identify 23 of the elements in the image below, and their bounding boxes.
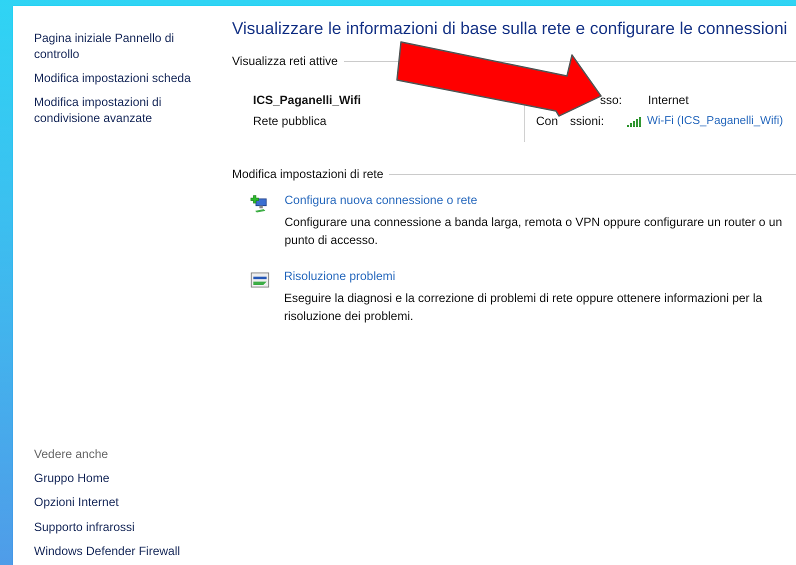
task-description: Eseguire la diagnosi e la correzione di problemi di rete oppure ottenere informazioni per la risoluzione dei problemi. — [284, 290, 764, 325]
sidebar-link[interactable]: Pagina iniziale Pannello di controllo — [34, 30, 208, 62]
access-type-value: Internet — [648, 93, 690, 107]
section-heading: Visualizza reti attive — [232, 54, 338, 68]
signal-bars-icon — [627, 116, 643, 126]
sidebar-link[interactable]: Modifica impostazioni scheda — [34, 70, 208, 86]
see-also-link[interactable]: Opzioni Internet — [34, 494, 208, 510]
page-title: Visualizzare le informazioni di base sulla rete e configurare le connessioni — [232, 19, 788, 39]
see-also-link[interactable]: Windows Defender Firewall — [34, 543, 208, 559]
see-also-link[interactable]: Gruppo Home — [34, 470, 208, 486]
task-link[interactable]: Risoluzione problemi — [284, 269, 792, 283]
connections-label: Con — [536, 114, 558, 128]
wifi-connection-link[interactable]: Wi-Fi (ICS_Paganelli_Wifi) — [627, 114, 784, 128]
network-name: ICS_Paganelli_Wifi — [253, 93, 362, 107]
access-type-label: sso: — [600, 93, 622, 107]
see-also-heading: Vedere anche — [34, 447, 110, 461]
network-type: Rete pubblica — [253, 114, 328, 128]
task-description: Configurare una connessione a banda larga, remota o VPN oppure configurare un router o un punto di accesso. — [284, 214, 784, 249]
task-link[interactable]: Configura nuova connessione o rete — [284, 193, 792, 207]
see-also-link[interactable]: Supporto infrarossi — [34, 518, 208, 534]
sidebar-link[interactable]: Modifica impostazioni di condivisione avanzate — [34, 94, 208, 126]
connections-label: ssioni: — [570, 114, 604, 128]
section-heading: Modifica impostazioni di rete — [232, 167, 384, 181]
